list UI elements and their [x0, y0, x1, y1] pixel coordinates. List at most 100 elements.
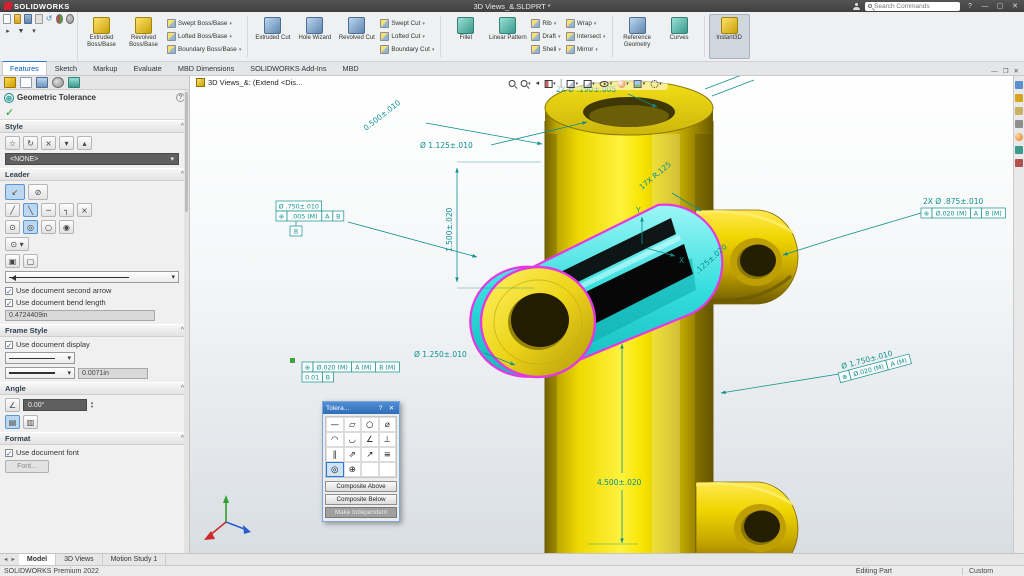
gdt-symbol-cell-10[interactable]: ↗: [361, 447, 379, 462]
solidworks-resources-icon[interactable]: [1015, 81, 1023, 89]
dimension-annotation[interactable]: Y: [635, 206, 641, 215]
dimension-annotation[interactable]: 4.500±.020: [597, 478, 642, 487]
tab-solidworks-add-ins[interactable]: SOLIDWORKS Add-Ins: [242, 61, 334, 75]
mirror-button[interactable]: Mirror▾: [566, 44, 606, 56]
doc-close-icon[interactable]: ✕: [1014, 67, 1019, 75]
dimension-annotation[interactable]: Ø 1.250±.010: [414, 350, 467, 359]
gdt-symbol-cell-0[interactable]: —: [326, 417, 344, 432]
frame-style-section-header[interactable]: Frame Style^: [0, 324, 189, 337]
reference-geometry-button[interactable]: Reference Geometry: [617, 14, 658, 59]
angle-field[interactable]: 0.00°: [23, 399, 87, 411]
gdt-symbol-cell-9[interactable]: ⇗: [344, 447, 362, 462]
pm-tab-display-icon[interactable]: [68, 77, 80, 88]
gdt-symbol-cell-12[interactable]: ◎: [326, 462, 344, 477]
angle-free-icon[interactable]: ▥: [23, 415, 38, 429]
view-orientation-icon[interactable]: ▾: [567, 80, 579, 88]
tab-features[interactable]: Features: [2, 61, 47, 75]
open-icon[interactable]: [14, 14, 22, 24]
leader-dot-icon[interactable]: ◎: [23, 220, 38, 234]
leader-filled-icon[interactable]: ◉: [59, 220, 74, 234]
leader-section-header[interactable]: Leader^: [0, 168, 189, 181]
dimension-annotation[interactable]: 2X Ø .875±.010: [923, 197, 983, 206]
boundary-cut-button[interactable]: Boundary Cut▾: [380, 44, 434, 56]
style-combo[interactable]: <NONE>▾: [5, 153, 179, 165]
doc-minimize-icon[interactable]: —: [991, 68, 998, 75]
angle-section-header[interactable]: Angle^: [0, 382, 189, 395]
search-commands-box[interactable]: [865, 2, 960, 11]
extruded-boss-button[interactable]: Extruded Boss/Base: [81, 14, 122, 59]
ok-check-icon[interactable]: ✓: [5, 106, 14, 119]
model-scene[interactable]: 2X Ø .190±.0050.500±.010Ø 1.125±.0101.50…: [190, 76, 1013, 553]
leader-perpendicular-icon[interactable]: ┐: [59, 203, 74, 217]
composite-below-button[interactable]: Composite Below: [325, 494, 397, 505]
gdt-symbol-cell-8[interactable]: ∥: [326, 447, 344, 462]
leader-icon[interactable]: ↙: [5, 184, 25, 200]
tab-mbd-dimensions[interactable]: MBD Dimensions: [170, 61, 242, 75]
style-add-icon[interactable]: ☆: [5, 136, 20, 150]
gdt-symbol-cell-5[interactable]: ◡: [344, 432, 362, 447]
new-document-icon[interactable]: [3, 14, 11, 24]
second-arrow-checkbox[interactable]: Use document second arrow: [5, 286, 184, 295]
upper-lug-hole[interactable]: [740, 245, 776, 277]
doc-tab-motion-study-1[interactable]: Motion Study 1: [103, 554, 167, 565]
leader-straight-icon[interactable]: ─: [41, 203, 56, 217]
help-button[interactable]: ?: [965, 3, 975, 10]
previous-view-icon[interactable]: ◂: [536, 78, 540, 89]
maximize-button[interactable]: ▢: [995, 2, 1005, 10]
lofted-boss-button[interactable]: Lofted Boss/Base▾: [167, 31, 241, 43]
leader-bent-icon[interactable]: ╲: [23, 203, 38, 217]
swept-boss-button[interactable]: Swept Boss/Base▾: [167, 18, 241, 30]
zoom-fit-icon[interactable]: [508, 80, 515, 87]
instant3d-button[interactable]: Instant3D: [709, 14, 750, 59]
no-leader-icon[interactable]: ⊘: [28, 184, 48, 200]
style-load-icon[interactable]: ▴: [77, 136, 92, 150]
custom-properties-icon[interactable]: [1015, 146, 1023, 154]
boundary-boss-button[interactable]: Boundary Boss/Base▾: [167, 44, 241, 56]
bend-length-field[interactable]: 0.4724409in: [5, 310, 155, 321]
login-icon[interactable]: [853, 3, 860, 10]
feature-tree-flyout[interactable]: 3D Views_&: (Extend <Dis...: [196, 78, 302, 87]
minimize-button[interactable]: —: [980, 3, 990, 10]
design-library-icon[interactable]: [1015, 94, 1023, 102]
doc-restore-icon[interactable]: ❐: [1003, 67, 1009, 75]
lofted-cut-button[interactable]: Lofted Cut▾: [380, 31, 434, 43]
forum-icon[interactable]: [1015, 159, 1023, 167]
draft-button[interactable]: Draft▾: [531, 31, 561, 43]
gdt-symbol-cell-3[interactable]: ⌀: [379, 417, 397, 432]
graphics-area[interactable]: 2X Ø .190±.0050.500±.010Ø 1.125±.0101.50…: [190, 76, 1013, 553]
dialog-help-icon[interactable]: ?: [376, 405, 385, 412]
pm-tab-dimxpert-icon[interactable]: [52, 77, 64, 88]
section-view-icon[interactable]: ▾: [544, 80, 556, 88]
tab-sketch[interactable]: Sketch: [47, 61, 85, 75]
apply-scene-icon[interactable]: ▾: [634, 80, 646, 88]
options-gear-icon[interactable]: [66, 14, 74, 24]
fillet-button[interactable]: Fillet: [445, 14, 486, 59]
feature-control-frame[interactable]: ⊕Ø.020 (M)AB (M): [921, 208, 1005, 218]
boss-bore[interactable]: [511, 293, 569, 347]
style-delete-icon[interactable]: ×: [41, 136, 56, 150]
linear-pattern-button[interactable]: Linear Pattern: [487, 14, 528, 59]
select-cursor-icon[interactable]: ▸: [3, 27, 13, 37]
edit-appearance-icon[interactable]: ▾: [617, 80, 629, 88]
format-section-header[interactable]: Format^: [0, 432, 189, 445]
appearances-icon[interactable]: [1015, 133, 1023, 141]
tab-mbd[interactable]: MBD: [334, 61, 366, 75]
leader-circle-icon[interactable]: ⊙: [5, 220, 20, 234]
lower-lug[interactable]: [696, 482, 798, 553]
view-palette-icon[interactable]: [1015, 120, 1023, 128]
leader-none-icon[interactable]: ×: [77, 203, 92, 217]
search-input[interactable]: [874, 3, 957, 10]
leader-nearest-icon[interactable]: ▣: [5, 254, 20, 268]
dimension-annotation[interactable]: X: [679, 256, 684, 265]
wrap-button[interactable]: Wrap▾: [566, 18, 606, 30]
gdt-symbol-cell-11[interactable]: ≡: [379, 447, 397, 462]
document-font-checkbox[interactable]: Use document font: [5, 448, 184, 457]
dialog-close-icon[interactable]: ✕: [387, 404, 396, 412]
print-icon[interactable]: [35, 14, 43, 24]
gdt-symbol-cell-4[interactable]: ◠: [326, 432, 344, 447]
revolved-cut-button[interactable]: Revolved Cut: [336, 14, 377, 59]
style-save-icon[interactable]: ▾: [59, 136, 74, 150]
feature-control-frame[interactable]: Ø .750±.010⊕.005 (M)ABB: [276, 201, 344, 236]
arrow-style-combo[interactable]: ▾: [5, 271, 179, 283]
doc-tab-model[interactable]: Model: [19, 554, 56, 565]
